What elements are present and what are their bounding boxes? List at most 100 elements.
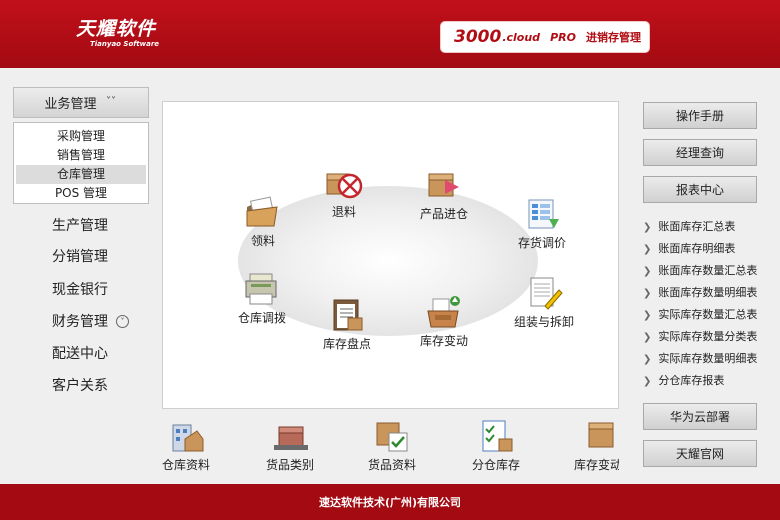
submenu-item-purchase[interactable]: 采购管理 <box>16 127 146 146</box>
report-link-label: 实际库存数量汇总表 <box>658 308 758 321</box>
node-label: 领料 <box>250 234 275 248</box>
document-pencil-icon <box>530 277 563 310</box>
report-link[interactable]: ❯ 实际库存数量汇总表 <box>643 306 757 322</box>
strip-label: 仓库资料 <box>162 458 211 472</box>
node-price-adjust[interactable]: 存货调价 <box>518 197 566 251</box>
return-box-icon <box>326 173 363 199</box>
manual-button[interactable]: 操作手册 <box>643 102 757 129</box>
report-link-label: 账面库存数量汇总表 <box>658 264 758 277</box>
report-link[interactable]: ❯ 实际库存数量分类表 <box>643 328 757 344</box>
sidebar-item-distribution[interactable]: 分销管理 <box>52 246 108 266</box>
strip-item-warehouse-info[interactable]: 仓库资料 <box>162 419 210 473</box>
strip-label: 货品类别 <box>266 458 315 472</box>
chevron-right-icon: ❯ <box>643 332 652 343</box>
report-link-label: 实际库存数量分类表 <box>658 330 758 343</box>
footer-company: 速达软件技术(广州)有限公司 <box>318 496 462 509</box>
manager-query-button[interactable]: 经理查询 <box>643 139 757 166</box>
inbox-tray-icon <box>427 296 460 328</box>
business-menu-header[interactable]: 业务管理 ˅˅ <box>13 87 149 118</box>
strip-item-branch-stock[interactable]: 分仓库存 <box>472 419 520 473</box>
report-link-label: 分仓库存报表 <box>658 374 725 387</box>
node-label: 仓库调拨 <box>238 311 287 325</box>
sidebar-item-crm[interactable]: 客户关系 <box>52 375 108 395</box>
chevron-right-icon: ❯ <box>643 244 652 255</box>
product-cloud: .cloud <box>502 30 541 44</box>
report-link-label: 实际库存数量明细表 <box>658 352 758 365</box>
report-link[interactable]: ❯ 账面库存数量明细表 <box>643 284 757 300</box>
node-label: 存货调价 <box>518 236 567 250</box>
product-pro: PRO <box>550 30 576 44</box>
stock-change-box-icon <box>588 422 614 448</box>
chevron-right-icon: ❯ <box>643 222 652 233</box>
sidebar-item-cash-bank[interactable]: 现金银行 <box>52 279 108 299</box>
logo-cn: 天耀软件 <box>76 18 157 40</box>
goods-box-check-icon <box>376 422 408 452</box>
chevron-right-icon: ❯ <box>643 288 652 299</box>
strip-label: 货品资料 <box>368 458 417 472</box>
chevron-down-icon: ˅ <box>116 314 129 328</box>
tianyao-logo: 天耀软件 Tianyao Software <box>76 18 159 48</box>
strip-item-stock-change[interactable]: 库存变动 <box>574 419 619 473</box>
node-label: 库存盘点 <box>323 337 372 351</box>
sidebar-item-label: 分销管理 <box>52 249 108 265</box>
report-link[interactable]: ❯ 实际库存数量明细表 <box>643 350 757 366</box>
printer-icon <box>245 273 277 305</box>
clipboard-icon <box>333 299 363 331</box>
chevron-right-icon: ❯ <box>643 376 652 387</box>
chevron-right-icon: ❯ <box>643 310 652 321</box>
sidebar-item-label: 配送中心 <box>52 346 108 362</box>
strip-item-goods-category[interactable]: 货品类别 <box>266 419 314 473</box>
report-link-label: 账面库存数量明细表 <box>658 286 758 299</box>
strip-label: 分仓库存 <box>472 458 521 472</box>
product-name: 进销存管理 <box>585 31 641 44</box>
report-link[interactable]: ❯ 账面库存明细表 <box>643 240 735 256</box>
business-submenu: 采购管理 销售管理 仓库管理 POS 管理 <box>13 122 149 204</box>
node-assembly[interactable]: 组装与拆卸 <box>514 276 574 330</box>
report-link-label: 账面库存明细表 <box>658 242 736 255</box>
report-link[interactable]: ❯ 账面库存汇总表 <box>643 218 735 234</box>
product-badge: 3000 .cloud PRO 进销存管理 <box>440 21 650 53</box>
strip-label: 库存变动 <box>574 458 619 472</box>
node-label: 退料 <box>331 205 356 219</box>
sidebar-item-production[interactable]: 生产管理 <box>52 215 108 235</box>
sidebar-item-label: 财务管理 <box>52 314 108 330</box>
spreadsheet-icon <box>528 199 559 229</box>
inbound-box-icon <box>428 173 459 197</box>
chevron-down-icon: ˅˅ <box>106 96 116 107</box>
report-link[interactable]: ❯ 分仓库存报表 <box>643 372 724 388</box>
app-header: 天耀软件 Tianyao Software 3000 .cloud PRO 进销… <box>0 0 780 68</box>
node-requisition[interactable]: 领料 <box>244 195 282 249</box>
logo-en: Tianyao Software <box>90 40 160 48</box>
node-stocktaking[interactable]: 库存盘点 <box>323 298 371 352</box>
node-return-material[interactable]: 退料 <box>325 166 363 220</box>
business-menu-label: 业务管理 <box>44 97 97 112</box>
official-site-button[interactable]: 天耀官网 <box>643 440 757 467</box>
category-box-icon <box>274 426 308 450</box>
bottom-icon-strip: 仓库资料 货品类别 货品资料 分仓库存 库存变动 <box>162 413 619 481</box>
report-link[interactable]: ❯ 账面库存数量汇总表 <box>643 262 757 278</box>
report-center-button[interactable]: 报表中心 <box>643 176 757 203</box>
sidebar-item-label: 现金银行 <box>52 282 108 298</box>
node-transfer[interactable]: 仓库调拨 <box>238 272 286 326</box>
footer: 速达软件技术(广州)有限公司 <box>0 484 780 520</box>
chevron-right-icon: ❯ <box>643 266 652 277</box>
huawei-cloud-button[interactable]: 华为云部署 <box>643 403 757 430</box>
submenu-item-warehouse[interactable]: 仓库管理 <box>16 165 146 184</box>
warehouse-workflow-panel: 退料 产品进仓 领料 存货调价 仓库调拨 库存盘点 库存变动 组装与拆卸 <box>162 101 619 409</box>
node-stock-change[interactable]: 库存变动 <box>420 295 468 349</box>
warehouse-building-icon <box>172 424 204 452</box>
sidebar-item-label: 客户关系 <box>52 378 108 394</box>
node-label: 产品进仓 <box>420 207 469 221</box>
submenu-item-pos[interactable]: POS 管理 <box>16 184 146 203</box>
sidebar-item-label: 生产管理 <box>52 218 108 234</box>
submenu-item-sales[interactable]: 销售管理 <box>16 146 146 165</box>
sidebar-item-delivery[interactable]: 配送中心 <box>52 343 108 363</box>
strip-item-goods-info[interactable]: 货品资料 <box>368 419 416 473</box>
folder-icon <box>246 196 278 227</box>
node-product-inbound[interactable]: 产品进仓 <box>420 168 468 222</box>
product-num: 3000 <box>454 27 502 47</box>
node-label: 组装与拆卸 <box>514 315 575 329</box>
report-link-label: 账面库存汇总表 <box>658 220 736 233</box>
sidebar-item-finance[interactable]: 财务管理 ˅ <box>52 311 129 331</box>
chevron-right-icon: ❯ <box>643 354 652 365</box>
